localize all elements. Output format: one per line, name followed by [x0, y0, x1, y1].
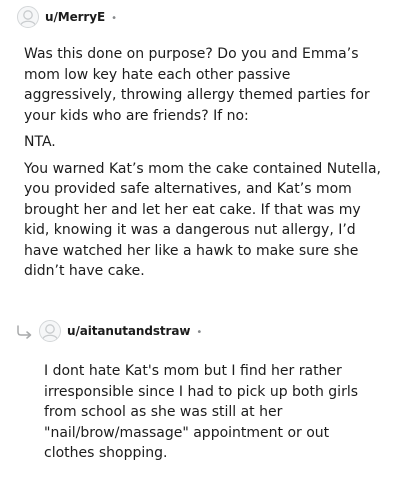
comment-body: Was this done on purpose? Do you and Emm…	[24, 44, 386, 288]
avatar[interactable]	[39, 320, 61, 342]
comment-author[interactable]: u/MerryE	[45, 10, 105, 24]
reply-arrow-icon	[16, 324, 34, 343]
comment-body: I dont hate Kat's mom but I find her rat…	[44, 361, 382, 470]
default-avatar-icon	[42, 324, 58, 340]
default-avatar-icon	[20, 10, 36, 26]
comment-paragraph: NTA.	[24, 134, 56, 150]
comment-header: u/MerryE •	[17, 5, 117, 29]
separator-dot: •	[196, 326, 203, 338]
comment-header: u/aitanutandstraw •	[39, 319, 202, 343]
comment-paragraph: You warned Kat’s mom the cake contained …	[24, 160, 381, 280]
comment-author[interactable]: u/aitanutandstraw	[67, 324, 190, 338]
separator-dot: •	[111, 12, 117, 24]
avatar[interactable]	[17, 6, 39, 28]
comment-paragraph: I dont hate Kat's mom but I find her rat…	[44, 363, 359, 461]
comment-paragraph: Was this done on purpose? Do you and Emm…	[24, 46, 370, 124]
